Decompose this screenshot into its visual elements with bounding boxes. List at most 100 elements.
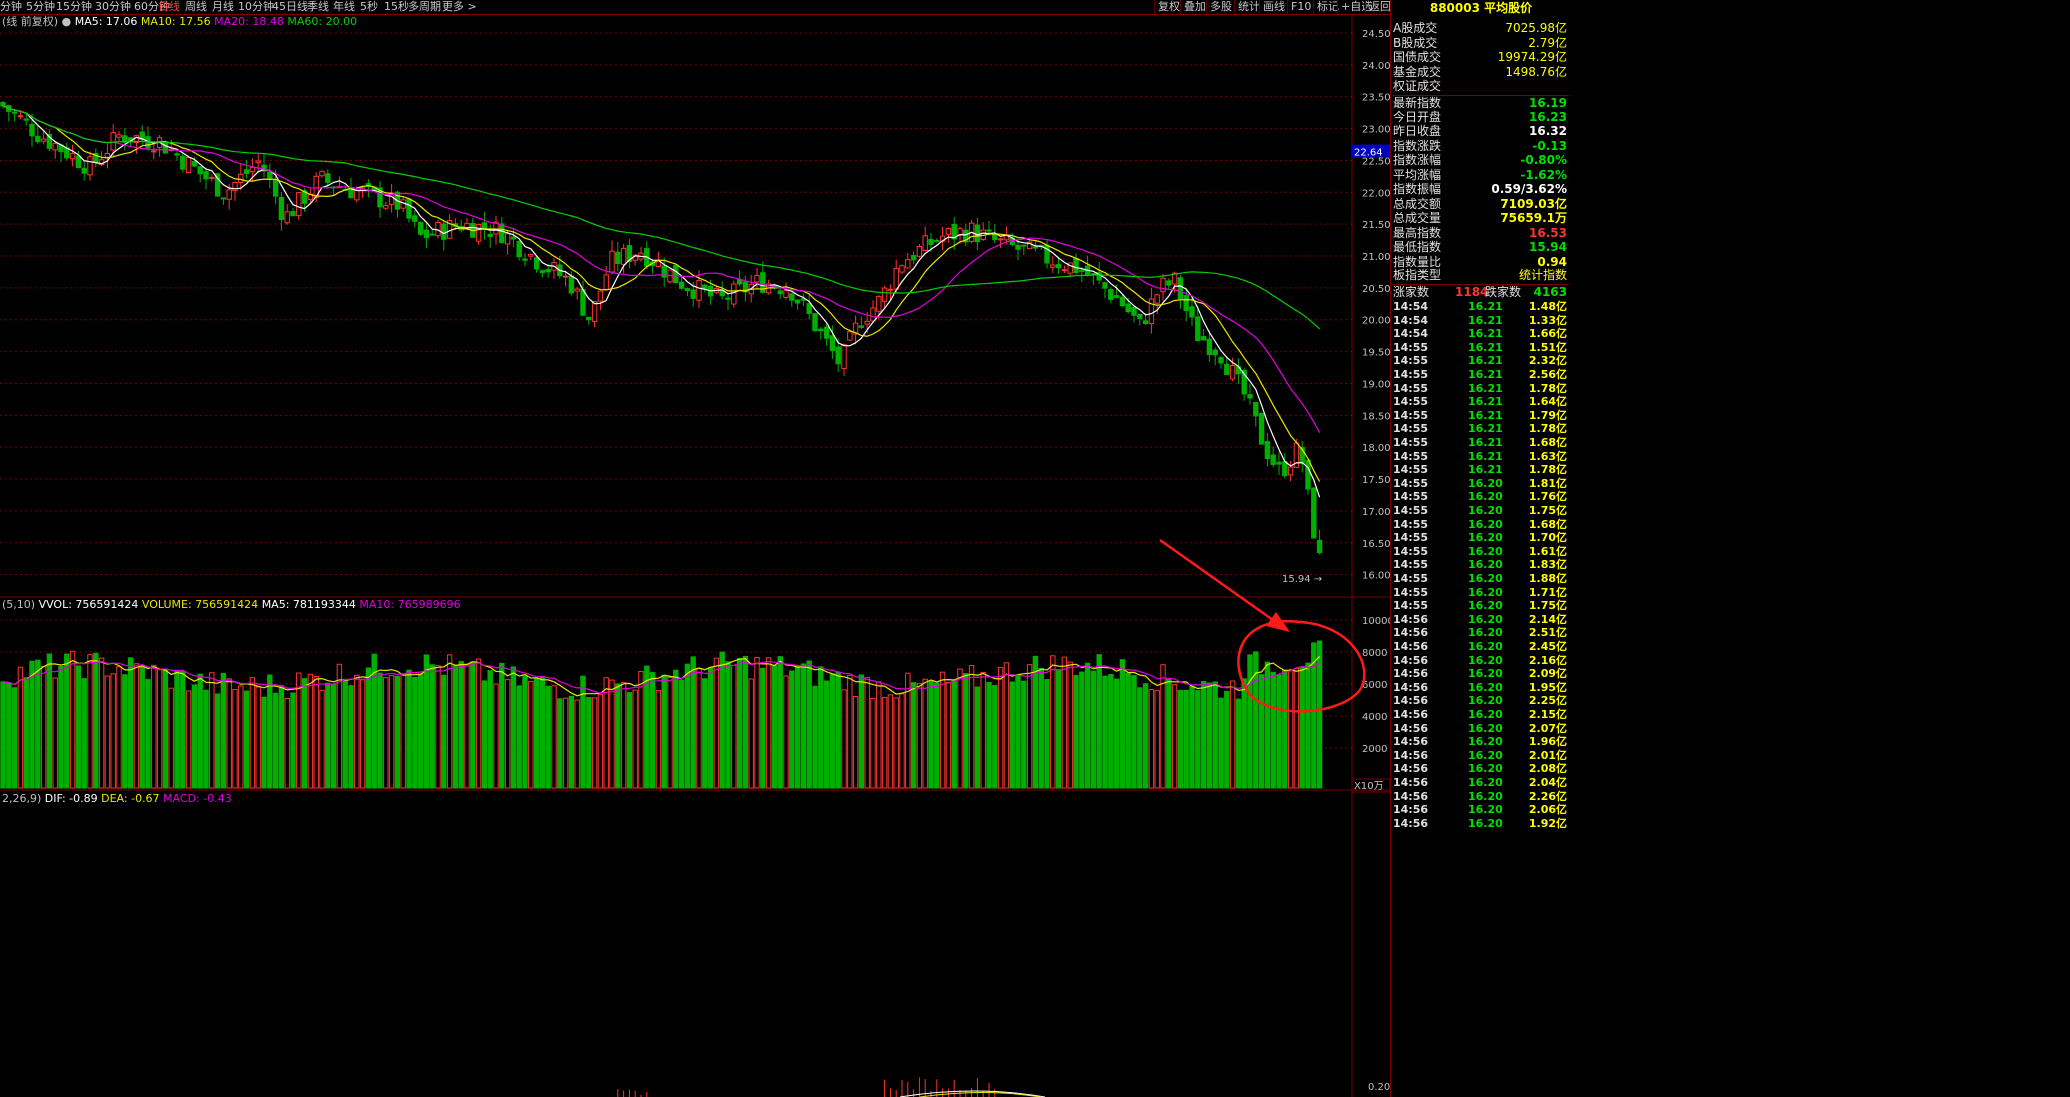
tick-row: 14:56 16.20 2.08亿 [1393, 762, 1569, 776]
volume-bar [278, 685, 285, 789]
volume-bar [1102, 675, 1108, 789]
volume-bar [446, 654, 453, 789]
legend-dot-icon[interactable]: ● [62, 15, 72, 28]
period-tab-10[interactable]: 季线 [307, 0, 329, 14]
tick-price: 16.21 [1468, 340, 1503, 354]
tick-time: 14:55 [1393, 436, 1429, 449]
volume-bar [255, 686, 261, 789]
period-tab-5[interactable]: 日线 [158, 0, 180, 14]
volume-bar [1195, 690, 1201, 789]
price-tick-label: 24.00 [1362, 61, 1390, 72]
volume-bar [243, 690, 250, 789]
period-tab-0[interactable]: 分钟 [0, 0, 22, 14]
candle-body [591, 301, 598, 322]
tick-amount: 1.78亿 [1528, 463, 1567, 477]
volume-bar [35, 659, 41, 789]
period-tab-6[interactable]: 周线 [185, 0, 207, 14]
volume-bar [551, 685, 557, 789]
tick-amount: 2.06亿 [1528, 803, 1567, 817]
volume-bar [325, 682, 331, 789]
tick-time: 14:55 [1393, 463, 1429, 477]
period-tab-3[interactable]: 30分钟 [95, 0, 131, 14]
tick-price: 16.21 [1468, 408, 1503, 422]
volume-bar [568, 695, 575, 789]
period-tab-1[interactable]: 5分钟 [26, 0, 55, 14]
toolbar-button-5[interactable]: F10 [1287, 0, 1314, 14]
tick-row: 14:55 16.21 1.51亿 [1393, 341, 1569, 355]
volume-tick-label: 2000 [1362, 744, 1387, 755]
candle-body [1311, 487, 1317, 539]
period-tab-8[interactable]: 10分钟 [238, 0, 274, 14]
tick-row: 14:55 16.21 1.78亿 [1393, 422, 1569, 436]
tick-time: 14:55 [1393, 585, 1429, 599]
tick-row: 14:56 16.20 1.96亿 [1393, 735, 1569, 749]
volume-bar [1276, 674, 1282, 789]
volume-bar [23, 677, 29, 789]
candle-body [1021, 244, 1027, 247]
candle-body [789, 293, 795, 301]
candle-body [203, 171, 209, 180]
candle-body [185, 157, 192, 174]
tick-time: 14:55 [1393, 558, 1429, 572]
toolbar-button-2[interactable]: 多股 [1206, 0, 1235, 14]
candle-body [586, 316, 592, 321]
toolbar-button-4[interactable]: 画线 [1259, 0, 1288, 14]
tick-row: 14:56 16.20 2.25亿 [1393, 694, 1569, 708]
period-tab-7[interactable]: 月线 [212, 0, 234, 14]
tick-price: 16.20 [1468, 789, 1503, 803]
tick-amount: 1.48亿 [1528, 300, 1567, 313]
volume-bar [493, 683, 499, 789]
volume-bar [928, 680, 934, 789]
volume-bar [110, 673, 116, 789]
tick-price: 16.21 [1468, 354, 1503, 368]
candle-body [1247, 394, 1253, 399]
tick-time: 14:56 [1393, 789, 1429, 803]
volume-bar [122, 674, 128, 789]
toolbar-button-0[interactable]: 复权 [1154, 0, 1183, 14]
volume-bar [1224, 691, 1230, 789]
candle-body [40, 138, 47, 142]
volume-bar [655, 689, 662, 789]
toolbar-button-1[interactable]: 叠加 [1180, 0, 1209, 14]
market-row-label: 国债成交 [1393, 50, 1442, 64]
tick-amount: 1.61亿 [1528, 544, 1567, 558]
tick-row: 14:56 16.20 2.09亿 [1393, 667, 1569, 681]
volume-bar [1200, 680, 1207, 789]
period-tab-13[interactable]: 15秒 [384, 0, 409, 14]
tick-amount: 2.01亿 [1528, 748, 1567, 762]
tick-time: 14:56 [1393, 680, 1429, 694]
candle-body [23, 118, 29, 121]
period-tab-12[interactable]: 5秒 [360, 0, 378, 14]
price-tick-label: 17.00 [1362, 507, 1390, 518]
tick-amount: 2.45亿 [1528, 640, 1567, 653]
volume-bar [1131, 675, 1137, 789]
tick-price: 16.20 [1468, 544, 1503, 558]
volume-bar [794, 666, 801, 789]
volume-bar [464, 663, 470, 789]
candle-body [1316, 539, 1323, 554]
volume-bar [609, 679, 615, 789]
market-row: B股成交 2.79亿 [1393, 36, 1569, 50]
period-tab-2[interactable]: 15分钟 [56, 0, 92, 14]
tick-amount: 1.75亿 [1528, 504, 1567, 517]
tick-time: 14:55 [1393, 531, 1429, 545]
period-tab-11[interactable]: 年线 [333, 0, 355, 14]
volume-bar [881, 696, 888, 789]
tick-price: 16.20 [1468, 762, 1503, 776]
dif-value: DIF: -0.89 [44, 792, 98, 805]
candle-body [1050, 264, 1056, 268]
price-tick-label: 22.00 [1362, 188, 1390, 199]
period-tab-15[interactable]: 更多 > [442, 0, 477, 14]
volume-bar [957, 668, 963, 789]
price-axis: 24.5024.0023.5023.0022.5022.0021.5021.00… [1282, 29, 1390, 1093]
period-tab-14[interactable]: 多周期 [408, 0, 441, 14]
candle-body [1212, 349, 1218, 356]
candle-body [1125, 303, 1131, 313]
period-tab-9[interactable]: 45日线 [272, 0, 308, 14]
volume-bar [168, 687, 174, 789]
volume-bar [487, 670, 493, 789]
kline-chart[interactable]: 24.5024.0023.5023.0022.5022.0021.5021.00… [0, 0, 1390, 1097]
volume-bar [823, 680, 830, 789]
volume-bar [1189, 685, 1195, 789]
tick-amount: 2.56亿 [1528, 368, 1567, 381]
